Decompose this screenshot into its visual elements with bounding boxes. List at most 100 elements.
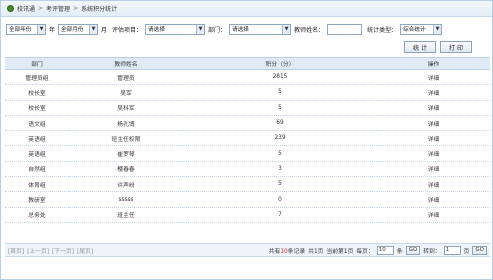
cell-teacher-name: 杨孔博 (69, 115, 183, 132)
month-select[interactable]: 全部月份 ▼ (58, 23, 99, 35)
cell-department: 管理员组 (5, 69, 69, 86)
table-row: 体育组 许声纷 5 详细 (5, 176, 490, 193)
table-row: 校长室 吴军 5 详细 (5, 84, 490, 101)
jump-unit: 页 (463, 248, 470, 255)
detail-link[interactable]: 详细 (377, 207, 490, 223)
detail-link[interactable]: 详细 (377, 176, 490, 193)
chevron-down-icon: ▼ (37, 24, 45, 34)
jump-page-input[interactable]: 1 (443, 245, 461, 255)
chevron-down-icon: ▼ (196, 24, 205, 34)
cell-department: 总务处 (5, 207, 69, 223)
department-select[interactable]: 请选择 ▼ (229, 23, 292, 35)
per-page-go-button[interactable]: GO (405, 245, 421, 255)
cell-department: 教研室 (5, 191, 69, 208)
breadcrumb-item-1[interactable]: 校讯通 (17, 4, 35, 13)
cell-teacher-name: 班主任权限 (69, 130, 183, 147)
detail-link[interactable]: 详细 (377, 69, 490, 86)
cell-teacher-name: 吴军 (69, 84, 183, 101)
cell-score: 2815 (183, 69, 377, 86)
pages-suffix: 页 (317, 248, 324, 255)
total-prefix: 共有 (268, 248, 281, 255)
print-button[interactable]: 打 印 (440, 41, 472, 53)
table-row: 英语组 崔罗琴 5 详细 (5, 145, 490, 162)
prev-page-link[interactable]: [上一页] (27, 246, 49, 255)
header-score: 积分（分） (183, 57, 377, 70)
detail-link[interactable]: 详细 (377, 100, 490, 116)
header-teacher-name: 教师姓名 (69, 57, 183, 70)
cell-department: 英语组 (5, 130, 69, 147)
page-frame: 校讯通 > 考评管理 > 系统积分统计 全部年份 ▼ 年 全部月份 ▼ 月 评估… (0, 0, 493, 280)
total-suffix: 条记录 (287, 248, 306, 255)
detail-link[interactable]: 详细 (377, 115, 490, 132)
eval-item-select-value: 请选择 (148, 27, 165, 33)
cell-teacher-name: 崔罗琴 (69, 145, 183, 162)
cell-department: 英语组 (5, 145, 69, 162)
cell-score: 239 (183, 130, 377, 147)
year-unit-label: 年 (49, 26, 56, 34)
home-icon (7, 5, 14, 12)
jump-label: 转到： (423, 248, 441, 255)
breadcrumb: 校讯通 > 考评管理 > 系统积分统计 (1, 1, 492, 17)
department-select-value: 请选择 (232, 27, 249, 33)
next-page-link[interactable]: [下一页] (52, 246, 74, 255)
table-row: 教研室 sssss 0 详细 (5, 191, 490, 208)
table-row: 校长室 吴科军 5 详细 (5, 100, 490, 116)
cell-department: 校长室 (5, 100, 69, 116)
per-page-input[interactable]: 10 (376, 245, 394, 255)
cell-department: 校长室 (5, 84, 69, 101)
breadcrumb-item-3: 系统积分统计 (81, 6, 118, 13)
chevron-down-icon: ▼ (433, 24, 442, 34)
teacher-name-label: 教师姓名： (294, 26, 325, 34)
cell-teacher-name: 吴科军 (69, 100, 183, 116)
total-pages-text: 共1页 (308, 246, 323, 255)
month-unit-label: 月 (101, 26, 108, 34)
action-buttons: 统 计 打 印 (404, 41, 472, 53)
year-select-value: 全部年份 (9, 27, 32, 33)
cell-score: 5 (183, 84, 377, 101)
total-records-text: 共有10条记录 (269, 246, 305, 255)
cell-department: 体育组 (5, 176, 69, 193)
eval-item-label: 评估项目： (112, 26, 143, 34)
cell-score: 5 (183, 176, 377, 193)
chevron-down-icon: ▼ (89, 24, 98, 34)
teacher-name-input[interactable] (327, 23, 363, 35)
department-label: 部门： (208, 26, 227, 34)
cell-score: 69 (183, 115, 377, 132)
table-row: 英语组 班主任权限 239 详细 (5, 130, 490, 147)
current-suffix: 页 (347, 248, 354, 255)
first-page-link[interactable]: [首页] (8, 246, 24, 255)
header-department: 部门 (5, 57, 69, 70)
pagination-links: [首页] [上一页] [下一页] [尾页] (5, 246, 93, 255)
total-count: 10 (280, 248, 288, 255)
breadcrumb-separator: > (38, 5, 44, 12)
eval-item-select[interactable]: 请选择 ▼ (145, 23, 206, 35)
cell-teacher-name: 管理员 (69, 69, 183, 86)
detail-link[interactable]: 详细 (377, 161, 490, 178)
cell-teacher-name: sssss (69, 191, 183, 208)
stat-type-select[interactable]: 综合统计 ▼ (400, 23, 443, 35)
filter-bar: 全部年份 ▼ 年 全部月份 ▼ 月 评估项目： 请选择 ▼ 部门： 请选择 ▼ … (6, 23, 443, 35)
cell-department: 自然组 (5, 161, 69, 178)
detail-link[interactable]: 详细 (377, 84, 490, 101)
per-page-label: 每页： (356, 248, 374, 255)
year-select[interactable]: 全部年份 ▼ (6, 23, 46, 35)
detail-link[interactable]: 详细 (377, 130, 490, 147)
pagination-info: 共有10条记录 共1页 当前第1页 每页： 10 条 GO 转到： 1 页 GO (269, 245, 490, 255)
cell-score: 0 (183, 191, 377, 208)
detail-link[interactable]: 详细 (377, 145, 490, 162)
current-page-text: 当前第1页 (326, 246, 353, 255)
detail-link[interactable]: 详细 (377, 191, 490, 208)
per-page-unit: 条 (396, 248, 403, 255)
table-row: 管理员组 管理员 2815 详细 (5, 69, 490, 86)
header-action: 操作 (377, 57, 490, 70)
last-page-link[interactable]: [尾页] (77, 246, 93, 255)
cell-teacher-name: 班主任 (69, 207, 183, 223)
cell-teacher-name: 樱春春 (69, 161, 183, 178)
cell-score: 3 (183, 161, 377, 178)
cell-department: 语文组 (5, 115, 69, 132)
pagination-bar: [首页] [上一页] [下一页] [尾页] 共有10条记录 共1页 当前第1页 … (5, 243, 490, 257)
cell-score: 5 (183, 100, 377, 116)
breadcrumb-item-2[interactable]: 考评管理 (46, 4, 70, 13)
stat-button[interactable]: 统 计 (404, 41, 436, 53)
jump-go-button[interactable]: GO (472, 245, 487, 255)
